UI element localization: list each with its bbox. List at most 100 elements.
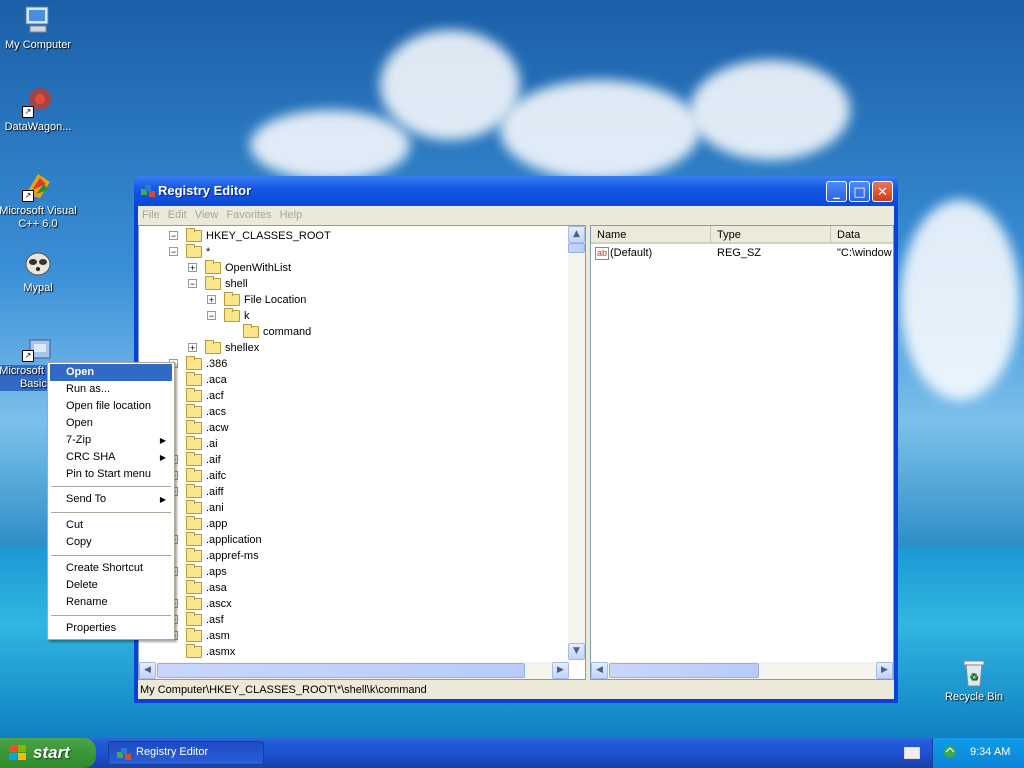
tree-horizontal-scrollbar[interactable]: ◀ ▶ <box>139 662 569 679</box>
value-row-default[interactable]: ab (Default) <box>595 247 652 260</box>
menu-favorites[interactable]: Favorites <box>222 206 275 221</box>
close-button[interactable]: ✕ <box>872 181 893 202</box>
context-menu-pin-to-start[interactable]: Pin to Start menu <box>50 466 172 483</box>
tree-node[interactable]: +.aif <box>139 452 569 468</box>
folder-icon <box>186 516 202 530</box>
desktop-icon-my-computer[interactable]: My Computer <box>0 4 78 52</box>
collapse-icon[interactable]: − <box>169 231 178 241</box>
tree-node[interactable]: .acs <box>139 404 569 420</box>
tree-node[interactable]: + File Location <box>139 292 569 308</box>
registry-values-pane[interactable]: Name Type Data ab (Default) REG_SZ "C:\wi… <box>590 225 894 680</box>
tree-node-label: .ai <box>206 438 218 450</box>
menu-item-label: CRC SHA <box>66 451 116 463</box>
collapse-icon[interactable]: − <box>169 247 178 257</box>
tree-node[interactable]: .acw <box>139 420 569 436</box>
tree-node[interactable]: + shellex <box>139 340 569 356</box>
maximize-button[interactable]: □ <box>849 181 870 202</box>
folder-icon <box>186 580 202 594</box>
column-header-type[interactable]: Type <box>711 226 831 244</box>
menu-edit[interactable]: Edit <box>164 206 191 221</box>
tree-node[interactable]: − k <box>139 308 569 324</box>
tree-node-label: * <box>206 246 211 258</box>
values-horizontal-scrollbar[interactable]: ◀ ▶ <box>591 662 893 679</box>
desktop-icon-label: DataWagon... <box>4 121 72 133</box>
tree-node[interactable]: − HKEY_CLASSES_ROOT <box>139 228 569 244</box>
collapse-icon[interactable]: − <box>207 311 216 321</box>
tree-node[interactable]: +.ascx <box>139 596 569 612</box>
expand-icon[interactable]: + <box>207 295 216 305</box>
tree-node[interactable]: .asa <box>139 580 569 596</box>
tree-vertical-scrollbar[interactable]: ▲ ▼ <box>568 226 585 660</box>
scroll-down-button[interactable]: ▼ <box>568 643 585 660</box>
tree-node[interactable]: − * <box>139 244 569 260</box>
scroll-left-button[interactable]: ◀ <box>139 662 156 679</box>
context-menu-open-2[interactable]: Open <box>50 415 172 432</box>
value-data: "C:\window <box>837 247 892 259</box>
tree-node[interactable]: +.aifc <box>139 468 569 484</box>
tree-node[interactable]: command <box>139 324 569 340</box>
menu-item-label: Create Shortcut <box>66 562 144 574</box>
tree-node[interactable]: +.386 <box>139 356 569 372</box>
mypal-icon <box>22 247 54 279</box>
menu-file[interactable]: File <box>138 206 164 221</box>
expand-icon[interactable]: + <box>188 263 197 273</box>
desktop-icon-recycle-bin[interactable]: ♻ Recycle Bin <box>934 656 1014 704</box>
minimize-button[interactable]: _ <box>826 181 847 202</box>
scroll-right-button[interactable]: ▶ <box>552 662 569 679</box>
menu-item-label: Open file location <box>66 400 151 412</box>
tree-node[interactable]: .aca <box>139 372 569 388</box>
network-icon[interactable] <box>943 745 957 759</box>
context-menu-run-as[interactable]: Run as... <box>50 381 172 398</box>
menu-item-label: Delete <box>66 579 98 591</box>
tree-node[interactable]: − shell <box>139 276 569 292</box>
scroll-up-button[interactable]: ▲ <box>568 226 585 243</box>
tree-node[interactable]: +.asf <box>139 612 569 628</box>
scroll-thumb[interactable] <box>568 243 585 253</box>
registry-tree-pane[interactable]: − HKEY_CLASSES_ROOT − * + OpenWithList − shell +… <box>138 225 586 680</box>
context-menu-send-to[interactable]: Send To ▶ <box>50 491 172 508</box>
context-menu-7zip[interactable]: 7-Zip ▶ <box>50 432 172 449</box>
context-menu-delete[interactable]: Delete <box>50 577 172 594</box>
tree-node[interactable]: +.asm <box>139 628 569 644</box>
tree-node[interactable]: + OpenWithList <box>139 260 569 276</box>
scroll-thumb[interactable] <box>157 663 525 678</box>
start-button[interactable]: start <box>0 738 96 768</box>
desktop-icon-datawagon[interactable]: ↗ DataWagon... <box>0 86 78 134</box>
expand-icon[interactable]: + <box>188 343 197 353</box>
context-menu-properties[interactable]: Properties <box>50 620 172 637</box>
menu-view[interactable]: View <box>191 206 223 221</box>
tree-node[interactable]: .ai <box>139 436 569 452</box>
window-titlebar[interactable]: Registry Editor _ □ ✕ <box>134 176 898 206</box>
desktop-icon-visual-cpp[interactable]: ↗ Microsoft Visual C++ 6.0 <box>0 170 78 231</box>
context-menu-open[interactable]: Open <box>50 364 172 381</box>
tree-node[interactable]: .app <box>139 516 569 532</box>
collapse-icon[interactable]: − <box>188 279 197 289</box>
folder-icon <box>186 372 202 386</box>
clock[interactable]: 9:34 AM <box>970 746 1010 758</box>
tree-node[interactable]: +.aiff <box>139 484 569 500</box>
column-header-name[interactable]: Name <box>591 226 711 244</box>
tree-node-label: OpenWithList <box>225 262 292 274</box>
column-header-data[interactable]: Data <box>831 226 893 244</box>
tree-node[interactable]: .acf <box>139 388 569 404</box>
taskbar-button-registry-editor[interactable]: Registry Editor <box>108 741 264 765</box>
context-menu-copy[interactable]: Copy <box>50 534 172 551</box>
tree-node[interactable]: +.application <box>139 532 569 548</box>
context-menu-crc-sha[interactable]: CRC SHA ▶ <box>50 449 172 466</box>
context-menu-cut[interactable]: Cut <box>50 517 172 534</box>
tree-node[interactable]: .asmx <box>139 644 569 660</box>
datawagon-icon: ↗ <box>22 86 54 118</box>
scroll-left-button[interactable]: ◀ <box>591 662 608 679</box>
menu-help[interactable]: Help <box>276 206 307 221</box>
context-menu-open-file-location[interactable]: Open file location <box>50 398 172 415</box>
context-menu-rename[interactable]: Rename <box>50 594 172 611</box>
context-menu-create-shortcut[interactable]: Create Shortcut <box>50 560 172 577</box>
recycle-bin-icon: ♻ <box>958 656 990 688</box>
keyboard-icon[interactable] <box>904 747 920 759</box>
scroll-thumb[interactable] <box>609 663 759 678</box>
scroll-right-button[interactable]: ▶ <box>876 662 893 679</box>
tree-node[interactable]: .ani <box>139 500 569 516</box>
desktop-icon-mypal[interactable]: Mypal <box>0 247 78 295</box>
tree-node[interactable]: .appref-ms <box>139 548 569 564</box>
tree-node[interactable]: +.aps <box>139 564 569 580</box>
